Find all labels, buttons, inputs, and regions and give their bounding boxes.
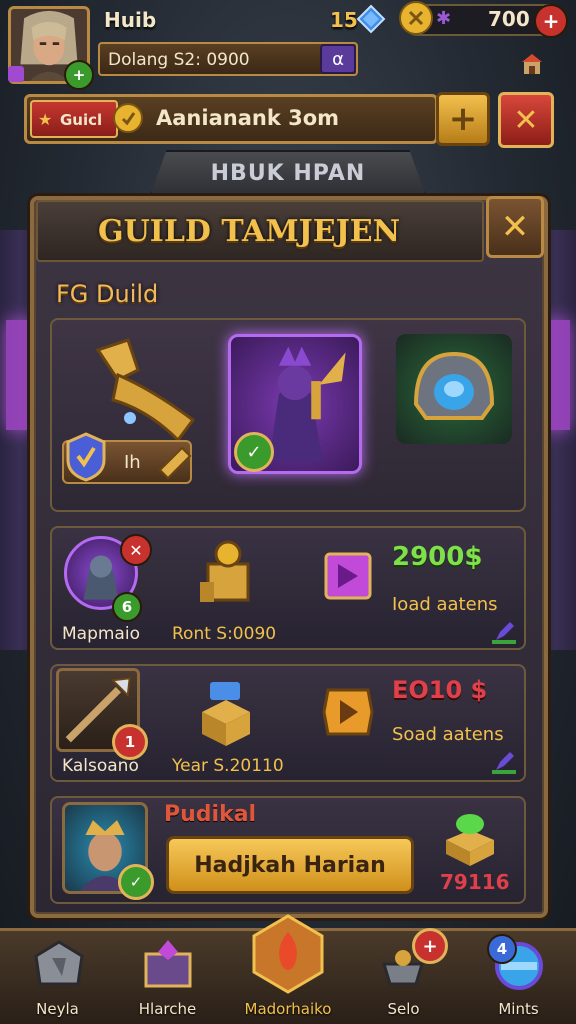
nav-tab-label: Selo	[387, 1000, 420, 1018]
panel-header: GUILD TAMJEJEN	[36, 200, 484, 262]
nav-tab-selo[interactable]: + Selo	[346, 928, 461, 1024]
nav-tab-madorhaiko[interactable]: Madorhaiko	[228, 914, 348, 1024]
player-name: Huib	[104, 8, 157, 32]
offer-2-crate-icon	[196, 672, 256, 748]
nav-tab-label: Neyla	[36, 1000, 79, 1018]
status-text: Dolang S2: 0900	[108, 50, 250, 70]
offer-2-action[interactable]: Soad aatens	[392, 724, 504, 745]
weapon-label-text: Ih	[124, 452, 141, 473]
armor-item[interactable]	[396, 334, 512, 444]
stone-icon	[34, 940, 84, 986]
offer-1-remove-button[interactable]: ✕	[120, 534, 152, 566]
rank-gem-icon	[8, 66, 24, 82]
hub-sign: HBUK HPAN	[150, 150, 426, 196]
gem-icon[interactable]	[356, 4, 386, 34]
nav-tab-label: Hlarche	[138, 1000, 197, 1018]
offer-1-avatar-label: Mapmaio	[62, 624, 140, 644]
level-badge: +	[64, 60, 94, 90]
offer-1-price: 2900$	[392, 542, 483, 572]
panel-title: GUILD TAMJEJEN	[98, 214, 401, 249]
offer-2-play-icon	[320, 684, 376, 740]
guild-coin-icon	[112, 102, 144, 134]
edit-pencil-icon[interactable]	[492, 750, 516, 774]
offer-3-count: 79116	[440, 870, 510, 894]
offer-1-crystal-icon	[320, 546, 376, 606]
guild-banner-text: Aanianank 3om	[156, 106, 340, 130]
gold-coin-icon	[398, 0, 434, 36]
panel-subtitle: FG Duild	[56, 280, 159, 308]
sparkle-icon: ✱	[436, 8, 452, 29]
offer-2-center-label: Year S.20110	[172, 756, 284, 776]
hammer-icon	[154, 440, 194, 480]
hero-ready-badge: ✓	[234, 432, 274, 472]
edit-pencil-icon[interactable]	[492, 620, 516, 644]
guild-tag-label: Guicl	[60, 111, 103, 129]
offer-2-price: EO10 $	[392, 676, 488, 704]
guild-add-button[interactable]: +	[436, 92, 490, 146]
offer-2-count-badge: 1	[112, 724, 148, 760]
gold-count: 700	[488, 7, 530, 31]
selo-alert-badge: +	[412, 928, 448, 964]
offer-1-chest-icon	[194, 534, 262, 614]
claim-button[interactable]: Hadjkah Harian	[166, 836, 414, 894]
guild-close-button[interactable]: ✕	[498, 92, 554, 148]
nav-tab-neyla[interactable]: Neyla	[0, 928, 115, 1024]
fire-crest-icon	[252, 914, 324, 994]
mints-count-badge: 4	[487, 934, 517, 964]
panel-close-button[interactable]: ✕	[486, 196, 544, 258]
offer-3-gift-icon	[440, 806, 500, 868]
offer-1-center-label: Ront S:0090	[172, 624, 277, 644]
star-icon: ★	[38, 110, 53, 129]
status-action-button[interactable]: α	[320, 44, 356, 74]
offer-3-ready-badge: ✓	[118, 864, 154, 900]
shop-icon[interactable]	[520, 52, 544, 76]
nav-tab-label: Madorhaiko	[244, 1000, 332, 1018]
offer-1-count-badge: 6	[112, 592, 142, 622]
add-currency-button[interactable]: +	[534, 4, 568, 38]
offer-1-action[interactable]: Ioad aatens	[392, 594, 497, 615]
guild-tag[interactable]: ★ Guicl	[30, 100, 118, 138]
gem-count: 15	[330, 8, 358, 32]
status-bar: Dolang S2: 0900	[98, 42, 358, 76]
chest-icon	[144, 940, 192, 988]
shield-icon	[64, 432, 108, 482]
nav-tab-hlarche[interactable]: Hlarche	[110, 928, 225, 1024]
offer-2-avatar-label: Kalsoano	[62, 756, 139, 776]
hub-sign-text: HBUK HPAN	[210, 161, 366, 186]
helmet-icon	[413, 351, 495, 420]
offer-3-name: Pudikal	[164, 802, 257, 827]
nav-tab-label: Mints	[498, 1000, 539, 1018]
nav-tab-mints[interactable]: 4 Mints	[461, 928, 576, 1024]
